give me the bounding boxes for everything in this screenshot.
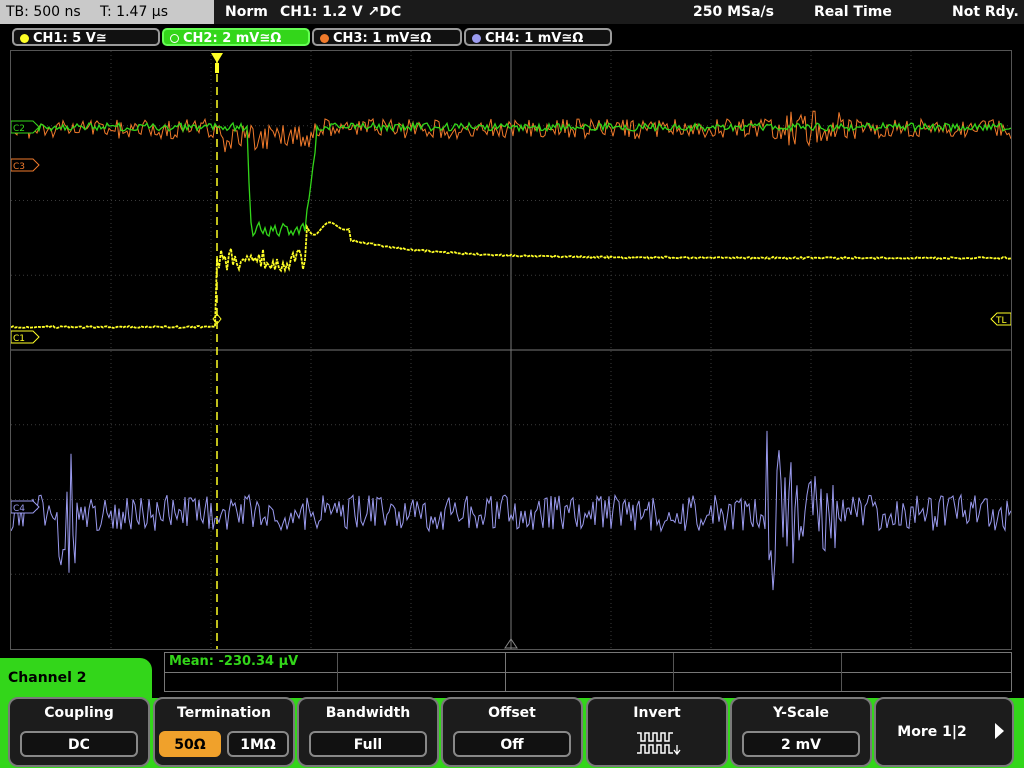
ch2-label: CH2: 2 mV≅Ω — [183, 31, 282, 46]
ch3-marker-label: C3 — [13, 162, 25, 172]
yscale-value[interactable]: 2 mV — [742, 731, 860, 757]
ch2-ground-marker[interactable]: C2 — [11, 120, 40, 134]
ch4-marker-label: C4 — [13, 504, 25, 514]
trigger-time-value: T: 1.47 µs — [100, 4, 169, 20]
mean-measurement: Mean: -230.34 µV — [169, 654, 299, 669]
ch4-ground-marker[interactable]: C4 — [11, 500, 40, 514]
yscale-title: Y-Scale — [772, 705, 829, 721]
next-page-arrow-icon — [995, 723, 1004, 739]
waveform-display[interactable]: C2 C3 C1 C4 TL — [10, 50, 1012, 650]
measurement-row: Mean: -230.34 µV — [165, 653, 1011, 673]
tab-ch2[interactable]: CH2: 2 mV≅Ω — [162, 28, 310, 46]
status-bar: TB: 500 ns T: 1.47 µs Norm CH1: 1.2 V ↗D… — [0, 0, 1024, 24]
termination-1mohm-option[interactable]: 1MΩ — [227, 731, 289, 757]
measurement-divider — [505, 653, 506, 691]
trigger-marker-stem — [215, 63, 219, 73]
measurement-row-empty — [165, 673, 1011, 692]
ch1-ground-marker[interactable]: C1 — [11, 330, 40, 344]
graticule-grid — [11, 51, 1011, 649]
more-softkey[interactable]: More 1|2 — [874, 697, 1014, 767]
invert-title: Invert — [633, 705, 681, 721]
trigger-mode[interactable]: Norm — [225, 0, 268, 24]
ch4-color-dot — [472, 34, 481, 43]
tab-ch3[interactable]: CH3: 1 mV≅Ω — [312, 28, 462, 46]
ch1-marker-label: C1 — [13, 334, 25, 344]
offset-title: Offset — [488, 705, 536, 721]
bandwidth-value[interactable]: Full — [309, 731, 427, 757]
menu-title: Channel 2 — [0, 658, 152, 698]
measurement-divider — [673, 653, 674, 691]
yscale-softkey[interactable]: Y-Scale 2 mV — [730, 697, 872, 767]
termination-title: Termination — [177, 705, 271, 721]
ch4-label: CH4: 1 mV≅Ω — [485, 31, 584, 46]
acquisition-mode[interactable]: Real Time — [814, 0, 892, 24]
waveform-canvas: C2 C3 C1 C4 TL — [11, 51, 1011, 649]
tab-ch4[interactable]: CH4: 1 mV≅Ω — [464, 28, 612, 46]
offset-value[interactable]: Off — [453, 731, 571, 757]
termination-softkey[interactable]: Termination 50Ω 1MΩ — [153, 697, 295, 767]
ch2-color-dot — [170, 34, 179, 43]
ch3-ground-marker[interactable]: C3 — [11, 158, 40, 172]
trigger-position-marker-icon[interactable] — [211, 53, 223, 63]
offset-softkey[interactable]: Offset Off — [441, 697, 583, 767]
sample-rate: 250 MSa/s — [693, 4, 775, 20]
ch1-color-dot — [20, 34, 29, 43]
bandwidth-title: Bandwidth — [325, 705, 411, 721]
invert-softkey[interactable]: Invert — [586, 697, 728, 767]
trigger-level-marker[interactable]: TL — [990, 312, 1011, 326]
ch3-label: CH3: 1 mV≅Ω — [333, 31, 432, 46]
channel-tabs: CH1: 5 V≅ CH2: 2 mV≅Ω CH3: 1 mV≅Ω CH4: 1… — [0, 26, 1024, 48]
more-label: More 1|2 — [897, 724, 967, 740]
coupling-softkey[interactable]: Coupling DC — [8, 697, 150, 767]
acquisition-status: Not Rdy. — [952, 4, 1019, 20]
measurement-divider — [337, 653, 338, 691]
coupling-title: Coupling — [44, 705, 114, 721]
ch3-color-dot — [320, 34, 329, 43]
trigger-setting[interactable]: CH1: 1.2 V ↗DC — [280, 0, 401, 24]
measurement-divider — [841, 653, 842, 691]
timebase-box[interactable]: TB: 500 ns T: 1.47 µs — [0, 0, 214, 24]
ch2-marker-label: C2 — [13, 124, 25, 134]
inverted-square-wave-icon — [637, 732, 681, 756]
trigger-level-label: TL — [995, 316, 1007, 326]
timebase-value: TB: 500 ns — [6, 4, 81, 20]
coupling-value[interactable]: DC — [20, 731, 138, 757]
ch1-label: CH1: 5 V≅ — [33, 31, 107, 46]
measurement-panel: Mean: -230.34 µV — [164, 652, 1012, 692]
bandwidth-softkey[interactable]: Bandwidth Full — [297, 697, 439, 767]
termination-50ohm-option[interactable]: 50Ω — [159, 731, 221, 757]
tab-ch1[interactable]: CH1: 5 V≅ — [12, 28, 160, 46]
